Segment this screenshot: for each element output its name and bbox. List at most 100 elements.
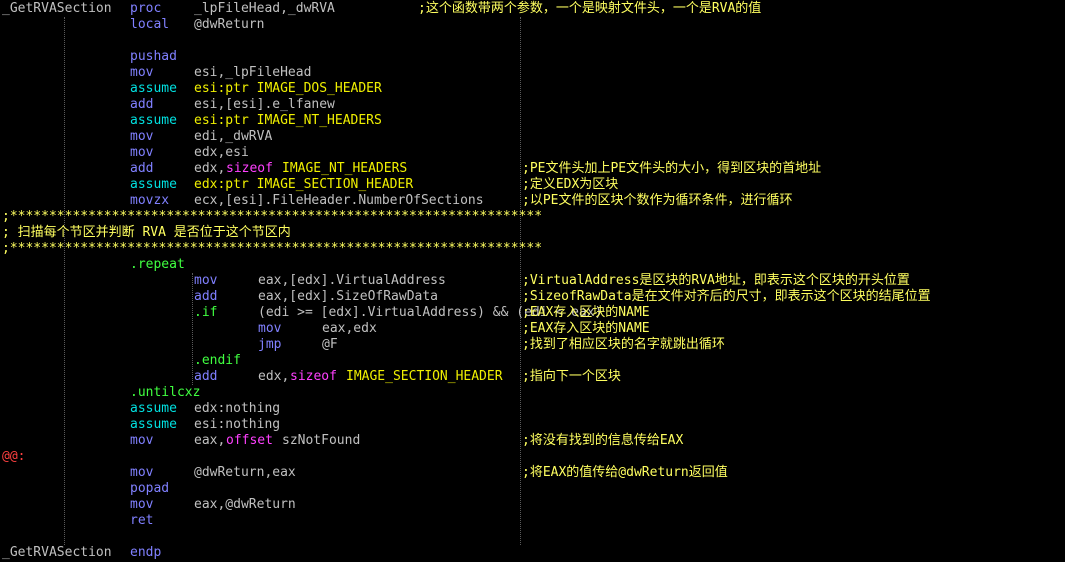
- code-token-directive: assume: [130, 81, 177, 96]
- code-token-keyword: pushad: [130, 49, 177, 64]
- code-token-structure: edx:ptr IMAGE_SECTION_HEADER: [194, 177, 414, 192]
- code-token-keyword: local: [130, 17, 170, 32]
- code-token-comment: ;EAX存入区块的NAME: [522, 321, 650, 336]
- code-token-keyword: jmp: [258, 337, 282, 352]
- code-token-structure: esi:ptr IMAGE_NT_HEADERS: [194, 113, 382, 128]
- code-line[interactable]: _GetRVASection endp: [0, 545, 1065, 561]
- code-line[interactable]: .if (edi >= [edx].VirtualAddress) && (edi…: [0, 305, 1065, 321]
- code-token-comment: ;定义EDX为区块: [522, 177, 619, 192]
- code-token-keyword: movzx: [130, 193, 170, 208]
- code-line[interactable]: ;***************************************…: [0, 209, 1065, 225]
- code-token-keyword: add: [130, 161, 154, 176]
- code-token-comment: ;***************************************…: [2, 241, 543, 256]
- code-token-plain: @F: [322, 337, 338, 352]
- code-token-keyword: add: [194, 369, 218, 384]
- code-token-block: .endif: [194, 353, 241, 368]
- code-line[interactable]: assume esi:ptr IMAGE_NT_HEADERS: [0, 113, 1065, 129]
- code-token-comment: ;找到了相应区块的名字就跳出循环: [522, 337, 725, 352]
- code-token-keyword: add: [130, 97, 154, 112]
- code-token-keyword: mov: [258, 321, 282, 336]
- code-token-plain: @dwReturn: [194, 17, 265, 32]
- code-token-label: @@:: [2, 449, 26, 464]
- code-token-plain: edx:nothing: [194, 401, 281, 416]
- code-line[interactable]: add edx, sizeof IMAGE_SECTION_HEADER ;指向下一个区…: [0, 369, 1065, 385]
- code-token-plain: eax,[edx].SizeOfRawData: [258, 289, 439, 304]
- code-line[interactable]: assume esi:ptr IMAGE_DOS_HEADER: [0, 81, 1065, 97]
- code-token-plain: edx,: [194, 161, 226, 176]
- code-token-comment: ;指向下一个区块: [522, 369, 621, 384]
- code-token-structure: IMAGE_NT_HEADERS: [282, 161, 408, 176]
- code-line[interactable]: jmp @F ;找到了相应区块的名字就跳出循环: [0, 337, 1065, 353]
- code-line[interactable]: assume edx:nothing: [0, 401, 1065, 417]
- code-line[interactable]: @@:: [0, 449, 1065, 465]
- code-token-directive: assume: [130, 177, 177, 192]
- code-token-comment: ;以PE文件的区块个数作为循环条件，进行循环: [522, 193, 793, 208]
- code-token-plain: edx,: [258, 369, 290, 384]
- code-token-comment: ;将没有找到的信息传给EAX: [522, 433, 684, 448]
- code-token-plain: eax,@dwReturn: [194, 497, 296, 512]
- code-token-plain: @dwReturn,eax: [194, 465, 296, 480]
- code-token-block: .if: [194, 305, 218, 320]
- code-token-keyword: add: [194, 289, 218, 304]
- code-token-comment: ; 扫描每个节区并判断 RVA 是否位于这个节区内: [2, 225, 291, 240]
- code-token-keyword: mov: [194, 273, 218, 288]
- code-token-keyword: mov: [130, 497, 154, 512]
- code-line[interactable]: ; 扫描每个节区并判断 RVA 是否位于这个节区内: [0, 225, 1065, 241]
- code-line[interactable]: .endif: [0, 353, 1065, 369]
- code-token-comment: ;这个函数带两个参数，一个是映射文件头，一个是RVA的值: [418, 1, 762, 16]
- code-token-structure: esi:ptr IMAGE_DOS_HEADER: [194, 81, 382, 96]
- code-line[interactable]: local @dwReturn: [0, 17, 1065, 33]
- code-line[interactable]: [0, 529, 1065, 545]
- code-line[interactable]: mov esi,_lpFileHead: [0, 65, 1065, 81]
- code-line[interactable]: mov eax,edx ;EAX存入区块的NAME: [0, 321, 1065, 337]
- code-token-keyword: mov: [130, 129, 154, 144]
- code-token-block: .repeat: [130, 257, 185, 272]
- code-token-operator: sizeof: [290, 369, 337, 384]
- code-token-comment: ;***************************************…: [2, 209, 543, 224]
- code-token-plain: eax,: [194, 433, 226, 448]
- code-token-directive: assume: [130, 113, 177, 128]
- code-line[interactable]: [0, 33, 1065, 49]
- code-editor[interactable]: _GetRVASection proc _lpFileHead,_dwRVA ;这个函…: [0, 0, 1065, 562]
- code-line[interactable]: ;***************************************…: [0, 241, 1065, 257]
- code-token-plain: szNotFound: [282, 433, 361, 448]
- code-token-comment: ;VirtualAddress是区块的RVA地址，即表示这个区块的开头位置: [522, 273, 910, 288]
- code-line[interactable]: .repeat: [0, 257, 1065, 273]
- code-line[interactable]: assume esi:nothing: [0, 417, 1065, 433]
- code-token-keyword: ret: [130, 513, 154, 528]
- code-token-keyword: mov: [130, 145, 154, 160]
- code-line[interactable]: add esi,[esi].e_lfanew: [0, 97, 1065, 113]
- code-line[interactable]: ret: [0, 513, 1065, 529]
- code-line[interactable]: add edx, sizeof IMAGE_NT_HEADERS ;PE文件头加上PE文…: [0, 161, 1065, 177]
- code-token-operator: sizeof: [226, 161, 273, 176]
- code-token-comment: ;将EAX的值传给@dwReturn返回值: [522, 465, 728, 480]
- code-line[interactable]: mov eax, offset szNotFound ;将没有找到的信息传给EAX: [0, 433, 1065, 449]
- code-line[interactable]: pushad: [0, 49, 1065, 65]
- code-token-plain: ecx,[esi].FileHeader.NumberOfSections: [194, 193, 484, 208]
- code-token-block: .untilcxz: [130, 385, 201, 400]
- code-line[interactable]: mov @dwReturn,eax ;将EAX的值传给@dwReturn返回值: [0, 465, 1065, 481]
- code-token-plain: _GetRVASection: [2, 545, 112, 560]
- code-line[interactable]: assume edx:ptr IMAGE_SECTION_HEADER ;定义EDX…: [0, 177, 1065, 193]
- code-token-keyword: mov: [130, 433, 154, 448]
- code-line[interactable]: mov edi,_dwRVA: [0, 129, 1065, 145]
- code-token-plain: esi:nothing: [194, 417, 281, 432]
- code-line[interactable]: mov edx,esi: [0, 145, 1065, 161]
- code-line[interactable]: .untilcxz: [0, 385, 1065, 401]
- code-line[interactable]: mov eax,@dwReturn: [0, 497, 1065, 513]
- code-token-operator: offset: [226, 433, 273, 448]
- code-token-directive: assume: [130, 417, 177, 432]
- code-line[interactable]: add eax,[edx].SizeOfRawData ;SizeofRawData…: [0, 289, 1065, 305]
- code-token-keyword: popad: [130, 481, 170, 496]
- code-token-plain: eax,edx: [322, 321, 377, 336]
- code-token-comment: ;PE文件头加上PE文件头的大小，得到区块的首地址: [522, 161, 822, 176]
- code-token-plain: esi,[esi].e_lfanew: [194, 97, 335, 112]
- code-line[interactable]: popad: [0, 481, 1065, 497]
- code-line[interactable]: movzx ecx,[esi].FileHeader.NumberOfSectio…: [0, 193, 1065, 209]
- code-token-keyword: proc: [130, 1, 162, 16]
- code-token-plain: _lpFileHead,_dwRVA: [194, 1, 335, 16]
- code-line[interactable]: _GetRVASection proc _lpFileHead,_dwRVA ;这个函…: [0, 1, 1065, 17]
- code-line[interactable]: mov eax,[edx].VirtualAddress ;VirtualAddre…: [0, 273, 1065, 289]
- code-token-directive: assume: [130, 401, 177, 416]
- code-token-plain: _GetRVASection: [2, 1, 112, 16]
